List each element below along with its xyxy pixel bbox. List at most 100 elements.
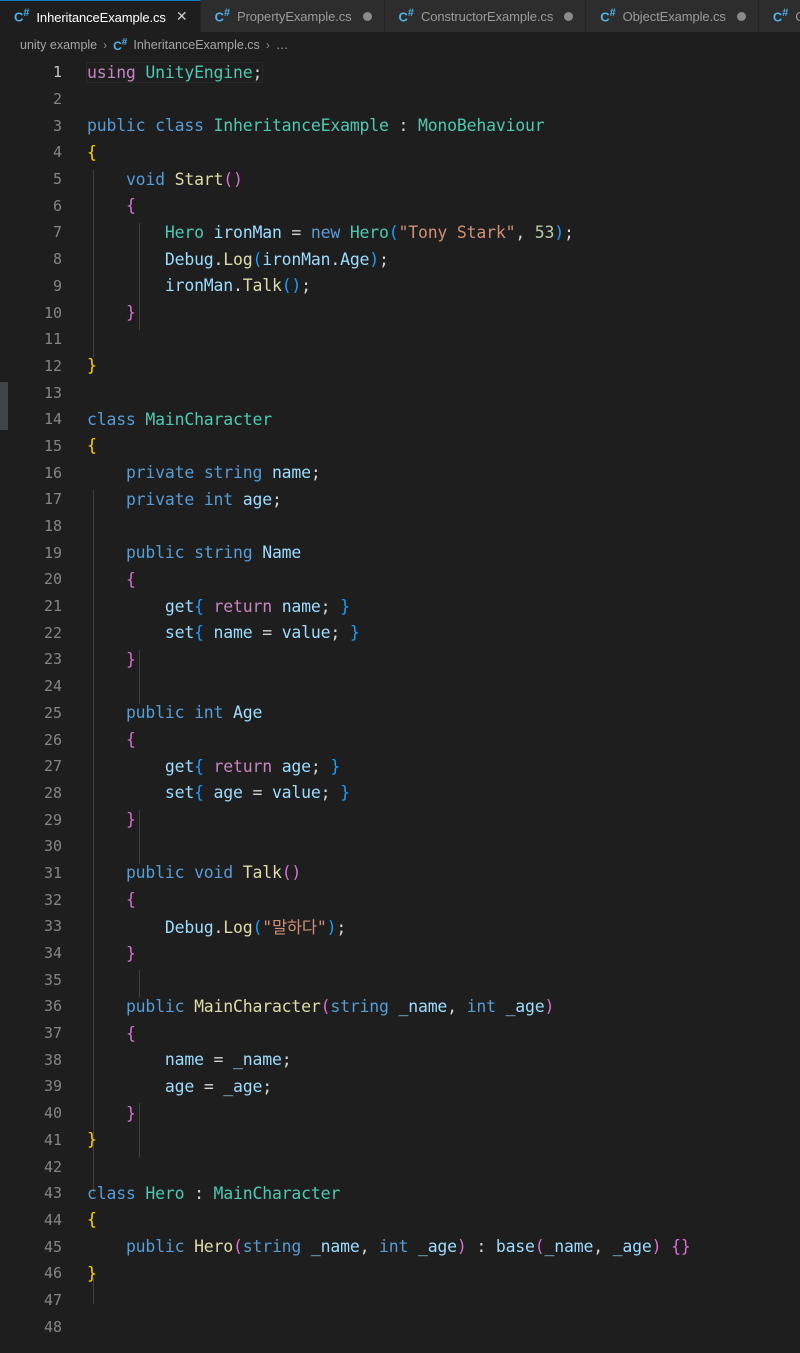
code-line[interactable]: 21 get{ return name; } bbox=[0, 593, 800, 620]
code-line[interactable]: 17 private int age; bbox=[0, 486, 800, 513]
csharp-file-icon: C# bbox=[214, 6, 230, 25]
line-content: } bbox=[125, 1103, 136, 1123]
line-number: 15 bbox=[43, 436, 62, 455]
line-number: 18 bbox=[43, 517, 62, 536]
code-line[interactable]: 47 bbox=[0, 1287, 800, 1314]
code-line[interactable]: 4 { bbox=[0, 139, 800, 166]
code-line[interactable]: 48 bbox=[0, 1313, 800, 1340]
code-line[interactable]: 46 } bbox=[0, 1260, 800, 1287]
code-line[interactable]: 31 public void Talk() bbox=[0, 860, 800, 887]
code-line[interactable]: 10 } bbox=[0, 299, 800, 326]
tab-label: PropertyExample.cs bbox=[237, 9, 352, 24]
line-content: Hero ironMan = new Hero("Tony Stark", 53… bbox=[164, 222, 574, 242]
line-number: 44 bbox=[43, 1210, 62, 1229]
code-line[interactable]: 8 Debug.Log(ironMan.Age); bbox=[0, 246, 800, 273]
code-line[interactable]: 42 bbox=[0, 1153, 800, 1180]
code-line[interactable]: 39 age = _age; bbox=[0, 1073, 800, 1100]
code-line[interactable]: 19 public string Name bbox=[0, 539, 800, 566]
line-content: private string name; bbox=[125, 463, 321, 483]
code-line[interactable]: 35 bbox=[0, 966, 800, 993]
code-line[interactable]: 20 { bbox=[0, 566, 800, 593]
tab-class-example[interactable]: C# ClassExample.cs bbox=[758, 0, 800, 32]
code-line[interactable]: 45 public Hero(string _name, int _age) :… bbox=[0, 1233, 800, 1260]
code-editor[interactable]: 1 using UnityEngine; 2 3 public class In… bbox=[0, 57, 800, 1353]
code-line[interactable]: 13 bbox=[0, 379, 800, 406]
code-line[interactable]: 30 bbox=[0, 833, 800, 860]
breadcrumb-item-ellipsis[interactable]: … bbox=[276, 38, 289, 52]
line-number: 45 bbox=[43, 1237, 62, 1256]
code-line[interactable]: 15 { bbox=[0, 433, 800, 460]
code-line[interactable]: 25 public int Age bbox=[0, 700, 800, 727]
chevron-right-icon: › bbox=[103, 38, 108, 52]
line-number: 21 bbox=[43, 597, 62, 616]
line-content: } bbox=[125, 943, 136, 963]
breadcrumb-item-folder[interactable]: unity example bbox=[20, 38, 97, 52]
line-content: public class InheritanceExample : MonoBe… bbox=[87, 116, 545, 136]
code-line[interactable]: 23 } bbox=[0, 646, 800, 673]
close-icon[interactable]: ✕ bbox=[176, 10, 188, 24]
tab-inheritance-example[interactable]: C# InheritanceExample.cs ✕ bbox=[0, 0, 201, 32]
code-line[interactable]: 11 bbox=[0, 326, 800, 353]
tab-label: InheritanceExample.cs bbox=[36, 9, 166, 25]
line-content: } bbox=[87, 1263, 97, 1283]
line-content: Debug.Log(ironMan.Age); bbox=[164, 249, 389, 269]
line-number: 1 bbox=[52, 63, 62, 82]
code-line[interactable]: 9 ironMan.Talk(); bbox=[0, 273, 800, 300]
line-number: 17 bbox=[43, 490, 62, 509]
line-content: using UnityEngine; bbox=[85, 61, 264, 83]
code-line[interactable]: 24 bbox=[0, 673, 800, 700]
code-line[interactable]: 2 bbox=[0, 86, 800, 113]
code-line[interactable]: 1 using UnityEngine; bbox=[0, 59, 800, 86]
code-line[interactable]: 28 set{ age = value; } bbox=[0, 780, 800, 807]
code-line[interactable]: 40 } bbox=[0, 1100, 800, 1127]
line-number: 28 bbox=[43, 783, 62, 802]
code-line[interactable]: 14 class MainCharacter bbox=[0, 406, 800, 433]
tab-constructor-example[interactable]: C# ConstructorExample.cs bbox=[384, 0, 587, 32]
code-line[interactable]: 43 class Hero : MainCharacter bbox=[0, 1180, 800, 1207]
line-content: void Start() bbox=[125, 169, 243, 189]
line-number: 4 bbox=[52, 143, 62, 162]
line-number: 36 bbox=[43, 997, 62, 1016]
csharp-file-icon: C# bbox=[772, 6, 789, 25]
line-content: class MainCharacter bbox=[87, 409, 272, 429]
modified-dot-icon[interactable] bbox=[736, 12, 746, 21]
tab-object-example[interactable]: C# ObjectExample.cs bbox=[586, 0, 759, 32]
breadcrumb-item-file[interactable]: InheritanceExample.cs bbox=[133, 38, 259, 52]
code-line[interactable]: 18 bbox=[0, 513, 800, 540]
code-line[interactable]: 33 Debug.Log("말하다"); bbox=[0, 913, 800, 940]
code-line[interactable]: 26 { bbox=[0, 726, 800, 753]
code-line[interactable]: 3 public class InheritanceExample : Mono… bbox=[0, 112, 800, 139]
line-number: 47 bbox=[43, 1290, 62, 1309]
line-content: get{ return age; } bbox=[164, 756, 341, 776]
code-line[interactable]: 7 Hero ironMan = new Hero("Tony Stark", … bbox=[0, 219, 800, 246]
modified-dot-icon[interactable] bbox=[362, 12, 372, 21]
line-content: { bbox=[125, 569, 136, 589]
line-number: 20 bbox=[43, 570, 62, 589]
code-line[interactable]: 36 public MainCharacter(string _name, in… bbox=[0, 993, 800, 1020]
code-line[interactable]: 12 } bbox=[0, 353, 800, 380]
code-line[interactable]: 41 } bbox=[0, 1127, 800, 1154]
code-line[interactable]: 37 { bbox=[0, 1020, 800, 1047]
line-content: { bbox=[87, 436, 97, 456]
modified-dot-icon[interactable] bbox=[564, 12, 574, 21]
line-number: 12 bbox=[43, 356, 62, 375]
tab-property-example[interactable]: C# PropertyExample.cs bbox=[200, 0, 385, 32]
code-line[interactable]: 32 { bbox=[0, 886, 800, 913]
code-line[interactable]: 5 void Start() bbox=[0, 166, 800, 193]
code-line[interactable]: 27 get{ return age; } bbox=[0, 753, 800, 780]
line-number: 24 bbox=[43, 677, 62, 696]
line-number: 5 bbox=[52, 170, 62, 189]
code-line[interactable]: 38 name = _name; bbox=[0, 1046, 800, 1073]
line-content: public Hero(string _name, int _age) : ba… bbox=[125, 1237, 691, 1257]
line-number: 19 bbox=[43, 543, 62, 562]
line-number: 38 bbox=[43, 1050, 62, 1069]
code-line[interactable]: 6 { bbox=[0, 192, 800, 219]
code-line[interactable]: 34 } bbox=[0, 940, 800, 967]
code-line[interactable]: 16 private string name; bbox=[0, 459, 800, 486]
line-content: public string Name bbox=[125, 543, 302, 563]
line-number: 9 bbox=[52, 276, 62, 295]
code-line[interactable]: 44 { bbox=[0, 1207, 800, 1234]
code-line[interactable]: 29 } bbox=[0, 806, 800, 833]
code-line[interactable]: 22 set{ name = value; } bbox=[0, 619, 800, 646]
line-number: 43 bbox=[43, 1184, 62, 1203]
